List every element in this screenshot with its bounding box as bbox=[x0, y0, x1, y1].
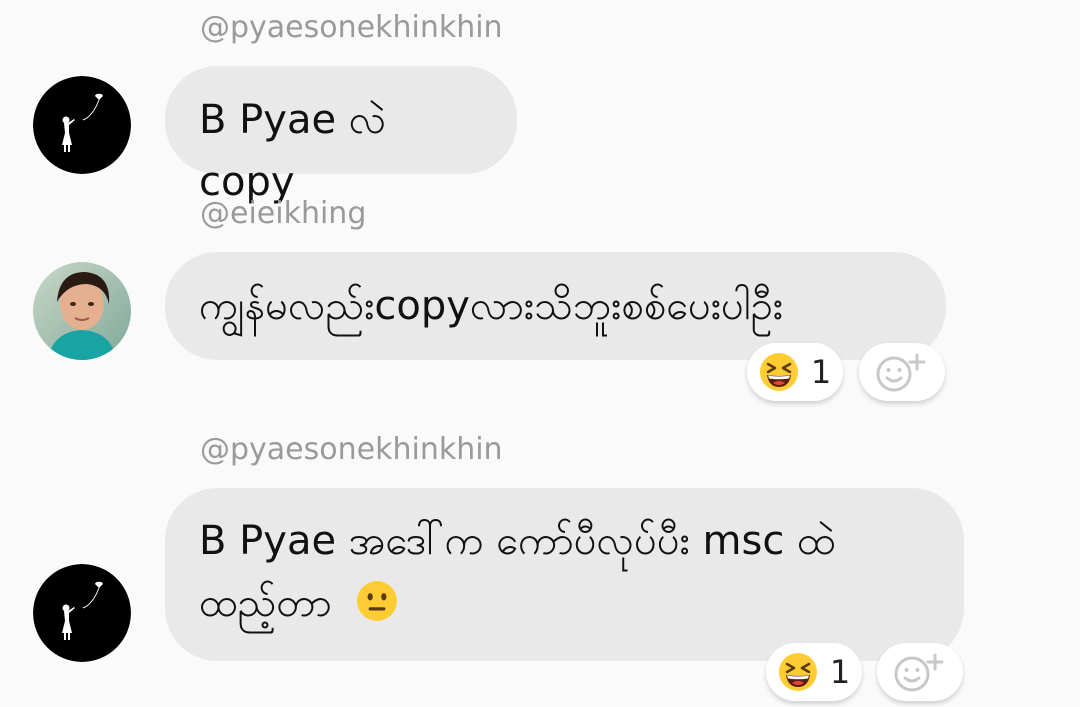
message-text: B Pyae လဲ copy bbox=[199, 97, 387, 205]
add-reaction-button[interactable] bbox=[859, 343, 945, 401]
message-text: ကျွန်မလည်းcopyလားသိဘူးစစ်ပေးပါဦး bbox=[199, 283, 784, 329]
reaction-chip[interactable]: 1 bbox=[747, 343, 843, 401]
neutral-face-icon bbox=[357, 581, 398, 621]
grinning-squinting-face-icon bbox=[759, 353, 798, 391]
message-text-line-container: ထည့်တာ bbox=[199, 572, 930, 634]
avatar[interactable] bbox=[33, 564, 131, 662]
grinning-squinting-face-icon bbox=[778, 653, 817, 691]
reaction-count: 1 bbox=[810, 353, 832, 391]
avatar[interactable] bbox=[33, 76, 131, 174]
message-username[interactable]: @pyaesonekhinkhin bbox=[200, 10, 503, 46]
profile-photo bbox=[33, 262, 131, 360]
add-reaction-button[interactable] bbox=[877, 643, 963, 701]
reaction-count: 1 bbox=[829, 653, 851, 691]
message-bubble[interactable]: B Pyae အဒေါ်က ကော်ပီလုပ်ပီး msc ထဲ ထည့်တ… bbox=[165, 488, 964, 661]
girl-with-balloon-icon bbox=[33, 564, 131, 662]
message-text-line: ထည့်တာ bbox=[199, 580, 332, 626]
chat-screen: @pyaesonekhinkhin B Pyae လဲ copy @eieikh… bbox=[0, 0, 1080, 707]
message-username[interactable]: @eieikhing bbox=[200, 196, 366, 232]
reaction-chip[interactable]: 1 bbox=[766, 643, 862, 701]
message-text-line: B Pyae အဒေါ်က ကော်ပီလုပ်ပီး msc ထဲ bbox=[199, 518, 836, 564]
girl-with-balloon-icon bbox=[33, 76, 131, 174]
message-bubble[interactable]: ကျွန်မလည်းcopyလားသိဘူးစစ်ပေးပါဦး bbox=[165, 252, 946, 360]
message-bubble[interactable]: B Pyae လဲ copy bbox=[165, 66, 517, 205]
message-username[interactable]: @pyaesonekhinkhin bbox=[200, 432, 503, 468]
add-reaction-icon bbox=[894, 653, 944, 692]
avatar[interactable] bbox=[33, 262, 131, 360]
add-reaction-icon bbox=[876, 353, 926, 392]
